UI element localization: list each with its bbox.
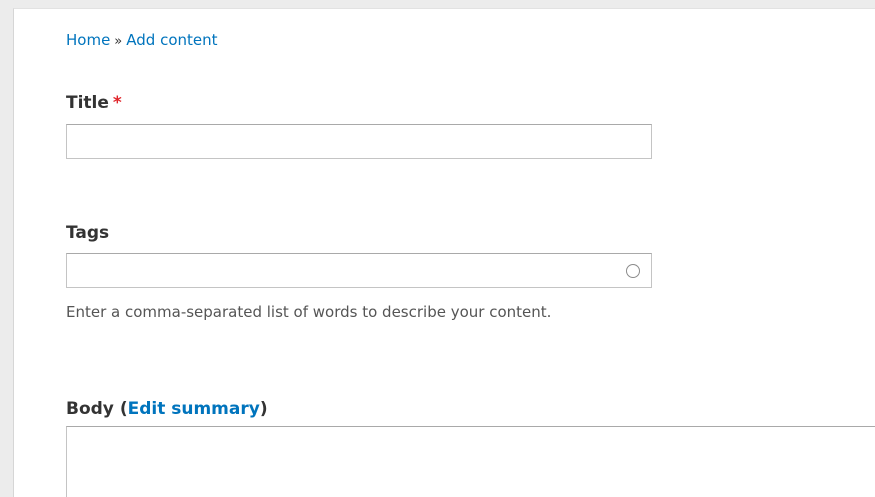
- title-input[interactable]: [66, 124, 652, 159]
- body-label-text: Body: [66, 399, 114, 419]
- tags-input[interactable]: [66, 253, 652, 288]
- tags-description: Enter a comma-separated list of words to…: [66, 303, 552, 321]
- body-textarea[interactable]: [66, 426, 875, 497]
- breadcrumb-add-content-link[interactable]: Add content: [126, 31, 217, 49]
- required-marker: *: [112, 93, 122, 113]
- title-label-text: Title: [66, 93, 109, 113]
- breadcrumb-separator: »: [114, 34, 123, 49]
- edit-summary-link[interactable]: Edit summary: [128, 399, 260, 419]
- autocomplete-throbber-icon: [626, 264, 640, 278]
- tags-label: Tags: [66, 223, 110, 243]
- body-label-close-paren: ): [259, 399, 268, 419]
- breadcrumb: Home » Add content: [66, 31, 218, 49]
- body-label-open-paren: (: [119, 399, 128, 419]
- body-label: Body (Edit summary): [66, 399, 268, 419]
- content-page: Home » Add content Title * Tags Enter a com…: [13, 8, 875, 497]
- breadcrumb-home-link[interactable]: Home: [66, 31, 110, 49]
- title-label: Title *: [66, 93, 122, 113]
